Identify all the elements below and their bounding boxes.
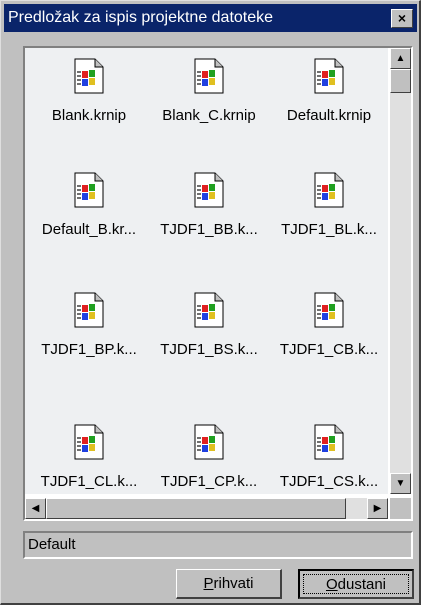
scroll-left-button[interactable]: ◀ (25, 498, 46, 519)
file-name: TJDF1_BP.k... (41, 341, 137, 358)
scroll-down-button[interactable]: ▼ (390, 473, 411, 494)
list-item[interactable]: TJDF1_CL.k... (29, 418, 149, 494)
list-item[interactable]: Blank_C.krnip (149, 52, 269, 162)
file-name: Blank.krnip (51, 107, 127, 124)
list-item[interactable]: Blank.krnip (29, 52, 149, 162)
list-item[interactable]: TJDF1_BB.k... (149, 166, 269, 276)
windows-file-icon (314, 172, 344, 208)
windows-file-icon (314, 58, 344, 94)
close-icon: × (397, 10, 407, 26)
windows-file-icon (194, 172, 224, 208)
arrow-right-icon: ▶ (373, 503, 382, 514)
file-name: TJDF1_BS.k... (160, 341, 258, 358)
selected-template-field[interactable]: Default (23, 531, 413, 559)
horizontal-scroll-thumb[interactable] (46, 498, 346, 519)
file-name: Default.krnip (286, 107, 372, 124)
file-name: TJDF1_CS.k... (279, 473, 379, 490)
list-item[interactable]: Default.krnip (269, 52, 388, 162)
windows-file-icon (194, 58, 224, 94)
horizontal-scrollbar[interactable]: ◀ ▶ (25, 498, 388, 519)
windows-file-icon (194, 292, 224, 328)
windows-file-icon (74, 424, 104, 460)
list-item[interactable]: Default_B.kr... (29, 166, 149, 276)
file-name: TJDF1_BL.k... (281, 221, 377, 238)
file-name: Blank_C.krnip (162, 107, 256, 124)
file-name: TJDF1_CL.k... (40, 473, 138, 490)
arrow-down-icon: ▼ (395, 478, 406, 489)
title-bar: Predložak za ispis projektne datoteke × (4, 4, 417, 32)
focus-outline (303, 574, 409, 594)
windows-file-icon (194, 424, 224, 460)
accept-hotkey: P (203, 575, 214, 592)
arrow-left-icon: ◀ (31, 503, 40, 514)
file-name: TJDF1_CP.k... (160, 473, 258, 490)
accept-button[interactable]: Prihvati (176, 569, 282, 599)
list-item[interactable]: TJDF1_BP.k... (29, 286, 149, 396)
close-button[interactable]: × (391, 9, 413, 28)
windows-file-icon (74, 58, 104, 94)
file-grid: Blank.krnip Blank_C.krnip Default.krnip … (25, 48, 388, 494)
windows-file-icon (74, 172, 104, 208)
windows-file-icon (74, 292, 104, 328)
vertical-scrollbar[interactable]: ▲ ▼ (390, 48, 411, 494)
template-dialog: Predložak za ispis projektne datoteke × … (0, 0, 421, 605)
vertical-scroll-thumb[interactable] (390, 69, 411, 93)
scroll-up-button[interactable]: ▲ (390, 48, 411, 69)
list-item[interactable]: TJDF1_BL.k... (269, 166, 388, 276)
accept-label: rihvati (213, 575, 254, 592)
windows-file-icon (314, 292, 344, 328)
list-item[interactable]: TJDF1_CP.k... (149, 418, 269, 494)
cancel-button[interactable]: Odustani (298, 569, 414, 599)
list-item[interactable]: TJDF1_CS.k... (269, 418, 388, 494)
window-title: Predložak za ispis projektne datoteke (8, 9, 274, 26)
list-item[interactable]: TJDF1_CB.k... (269, 286, 388, 396)
file-name: TJDF1_CB.k... (279, 341, 379, 358)
windows-file-icon (314, 424, 344, 460)
scroll-corner (390, 498, 411, 519)
scroll-right-button[interactable]: ▶ (367, 498, 388, 519)
arrow-up-icon: ▲ (395, 53, 406, 64)
list-item[interactable]: TJDF1_BS.k... (149, 286, 269, 396)
file-name: TJDF1_BB.k... (160, 221, 258, 238)
file-name: Default_B.kr... (41, 221, 137, 238)
file-list[interactable]: Blank.krnip Blank_C.krnip Default.krnip … (23, 46, 413, 521)
